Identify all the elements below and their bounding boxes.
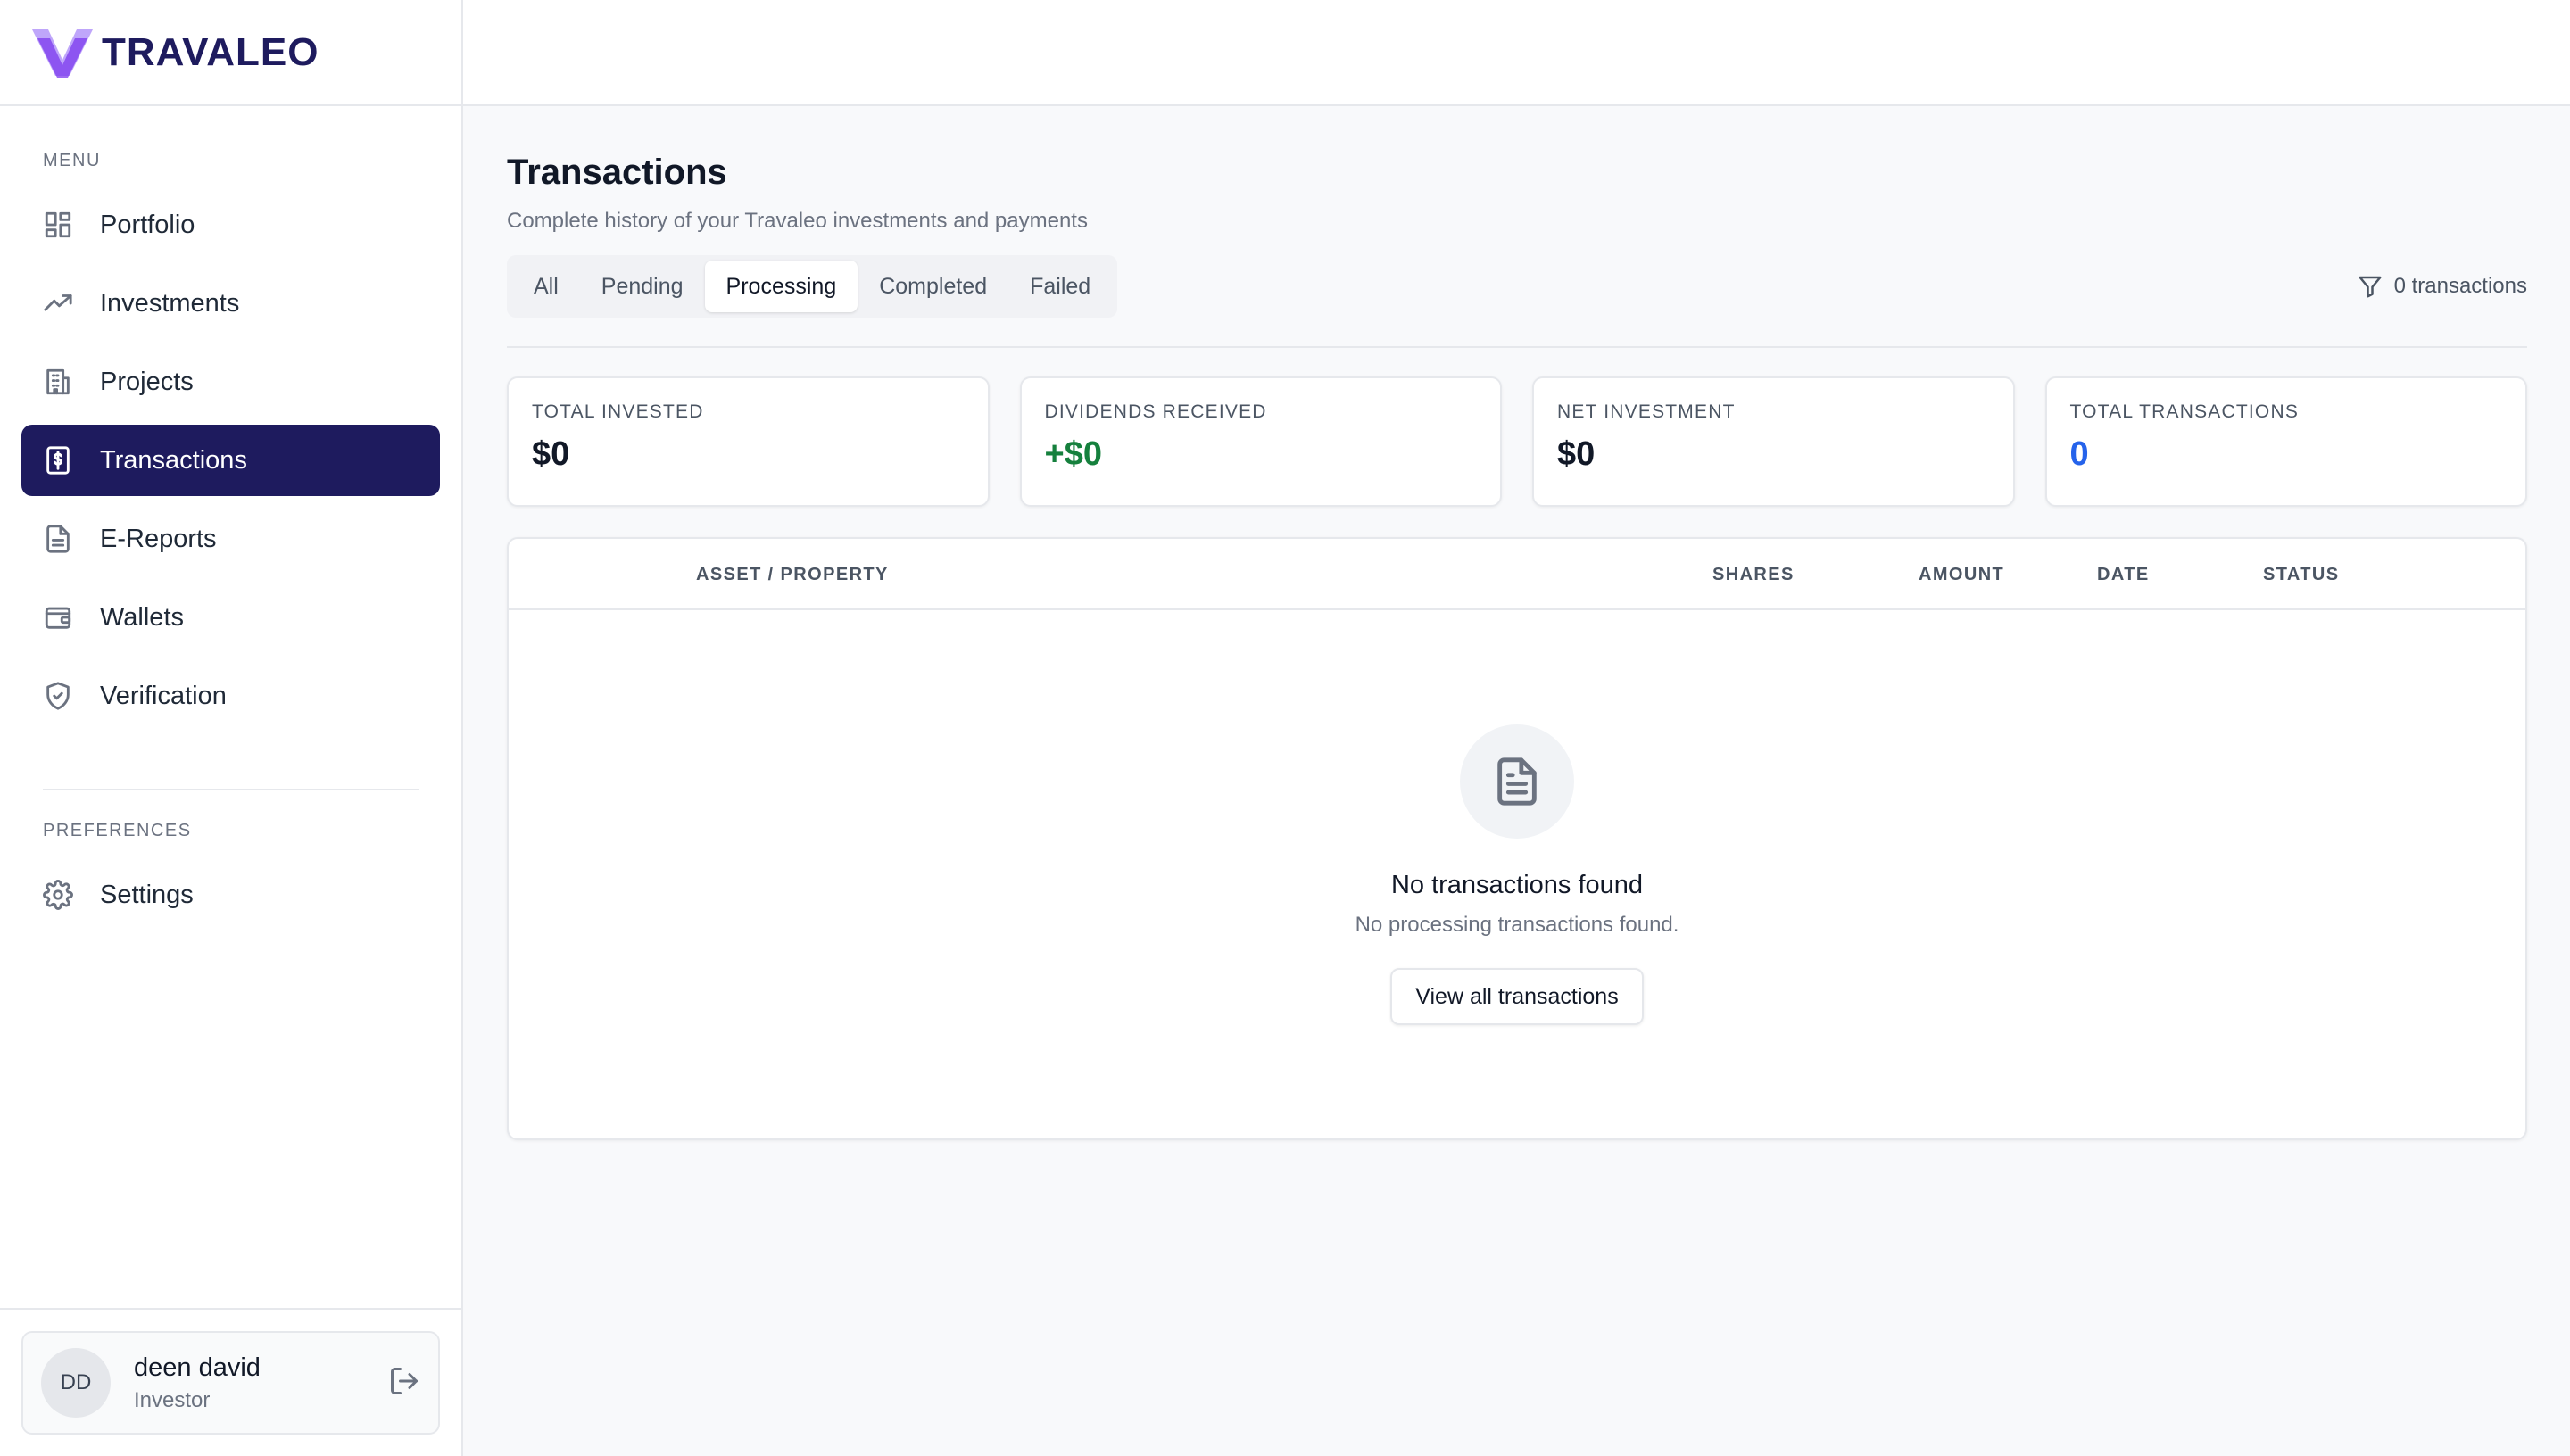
- stat-label: DIVIDENDS RECEIVED: [1044, 401, 1267, 422]
- menu-section-label: MENU: [43, 151, 101, 170]
- column-header-shares[interactable]: SHARES: [1712, 539, 1795, 610]
- file-text-icon: [41, 522, 75, 556]
- avatar: DD: [41, 1348, 111, 1418]
- travaleo-logo-icon[interactable]: [29, 24, 96, 81]
- gear-icon: [41, 878, 75, 912]
- tab-failed[interactable]: Failed: [1008, 261, 1112, 312]
- page-title: Transactions: [507, 153, 727, 192]
- user-role: Investor: [134, 1387, 211, 1412]
- transaction-count-label: 0 transactions: [2393, 274, 2527, 298]
- user-info: deen david Investor: [134, 1353, 388, 1413]
- sidebar: TRAVALEO MENU Portfolio Investments Proj…: [0, 0, 463, 1456]
- filter-icon: [2359, 276, 2382, 298]
- sidebar-item-transactions[interactable]: Transactions: [21, 425, 440, 496]
- column-header-amount[interactable]: AMOUNT: [1919, 539, 2004, 610]
- stat-label: TOTAL INVESTED: [532, 401, 704, 422]
- sidebar-divider: [43, 789, 419, 790]
- sidebar-item-label: Investments: [100, 288, 240, 318]
- page-subtitle: Complete history of your Travaleo invest…: [507, 209, 1088, 233]
- brand-name[interactable]: TRAVALEO: [102, 30, 319, 75]
- grid-icon: [41, 208, 75, 242]
- sidebar-item-label: Settings: [100, 880, 194, 909]
- dollar-receipt-icon: [41, 443, 75, 477]
- user-name: deen david: [134, 1353, 261, 1382]
- sidebar-item-label: Projects: [100, 367, 194, 396]
- stat-value: $0: [1557, 435, 1596, 473]
- stat-label: NET INVESTMENT: [1557, 401, 1736, 422]
- sidebar-item-label: E-Reports: [100, 524, 217, 553]
- sidebar-item-wallets[interactable]: Wallets: [21, 582, 440, 653]
- view-all-transactions-button[interactable]: View all transactions: [1390, 968, 1644, 1025]
- sidebar-item-label: Transactions: [100, 445, 247, 475]
- logo-bar: TRAVALEO: [0, 0, 461, 106]
- main-content: Transactions Complete history of your Tr…: [507, 106, 2527, 1140]
- tabs-row: All Pending Processing Completed Failed …: [507, 255, 2527, 348]
- preferences-section-label: PREFERENCES: [43, 821, 192, 840]
- stat-card-total-invested: TOTAL INVESTED $0: [507, 376, 990, 507]
- sidebar-item-label: Verification: [100, 681, 227, 710]
- tab-processing[interactable]: Processing: [704, 261, 858, 312]
- column-header-status[interactable]: STATUS: [2263, 539, 2339, 610]
- empty-state: No transactions found No processing tran…: [509, 724, 2525, 1025]
- shield-check-icon: [41, 679, 75, 713]
- sidebar-item-investments[interactable]: Investments: [21, 268, 440, 339]
- column-header-date[interactable]: DATE: [2097, 539, 2150, 610]
- stat-card-net-investment: NET INVESTMENT $0: [1532, 376, 2015, 507]
- top-bar: [463, 0, 2570, 106]
- user-section: DD deen david Investor: [0, 1308, 461, 1456]
- tab-pending[interactable]: Pending: [580, 261, 705, 312]
- trending-up-icon: [41, 286, 75, 320]
- logout-icon[interactable]: [388, 1365, 420, 1402]
- status-tabs: All Pending Processing Completed Failed: [507, 255, 1118, 318]
- sidebar-item-portfolio[interactable]: Portfolio: [21, 189, 440, 261]
- sidebar-item-verification[interactable]: Verification: [21, 660, 440, 732]
- column-header-asset[interactable]: ASSET / PROPERTY: [696, 539, 889, 610]
- table-header: ASSET / PROPERTY SHARES AMOUNT DATE STAT…: [509, 539, 2525, 610]
- transaction-count: 0 transactions: [2357, 273, 2527, 300]
- user-card[interactable]: DD deen david Investor: [21, 1331, 440, 1435]
- stat-card-dividends-received: DIVIDENDS RECEIVED +$0: [1019, 376, 1502, 507]
- building-icon: [41, 365, 75, 399]
- sidebar-item-e-reports[interactable]: E-Reports: [21, 503, 440, 575]
- tab-all[interactable]: All: [512, 261, 580, 312]
- empty-state-title: No transactions found: [1390, 871, 1644, 899]
- stats-row: TOTAL INVESTED $0 DIVIDENDS RECEIVED +$0…: [507, 376, 2527, 507]
- stat-card-total-transactions: TOTAL TRANSACTIONS 0: [2044, 376, 2527, 507]
- tab-completed[interactable]: Completed: [858, 261, 1008, 312]
- stat-value: +$0: [1044, 435, 1102, 473]
- sidebar-item-label: Portfolio: [100, 210, 195, 239]
- sidebar-item-settings[interactable]: Settings: [21, 859, 440, 931]
- document-icon: [1460, 724, 1574, 839]
- stat-value: 0: [2069, 435, 2089, 473]
- transactions-table: ASSET / PROPERTY SHARES AMOUNT DATE STAT…: [507, 537, 2527, 1140]
- sidebar-item-label: Wallets: [100, 602, 184, 632]
- wallet-icon: [41, 600, 75, 634]
- sidebar-item-projects[interactable]: Projects: [21, 346, 440, 418]
- empty-state-subtitle: No processing transactions found.: [1355, 913, 1679, 937]
- stat-value: $0: [532, 435, 570, 473]
- stat-label: TOTAL TRANSACTIONS: [2069, 401, 2300, 422]
